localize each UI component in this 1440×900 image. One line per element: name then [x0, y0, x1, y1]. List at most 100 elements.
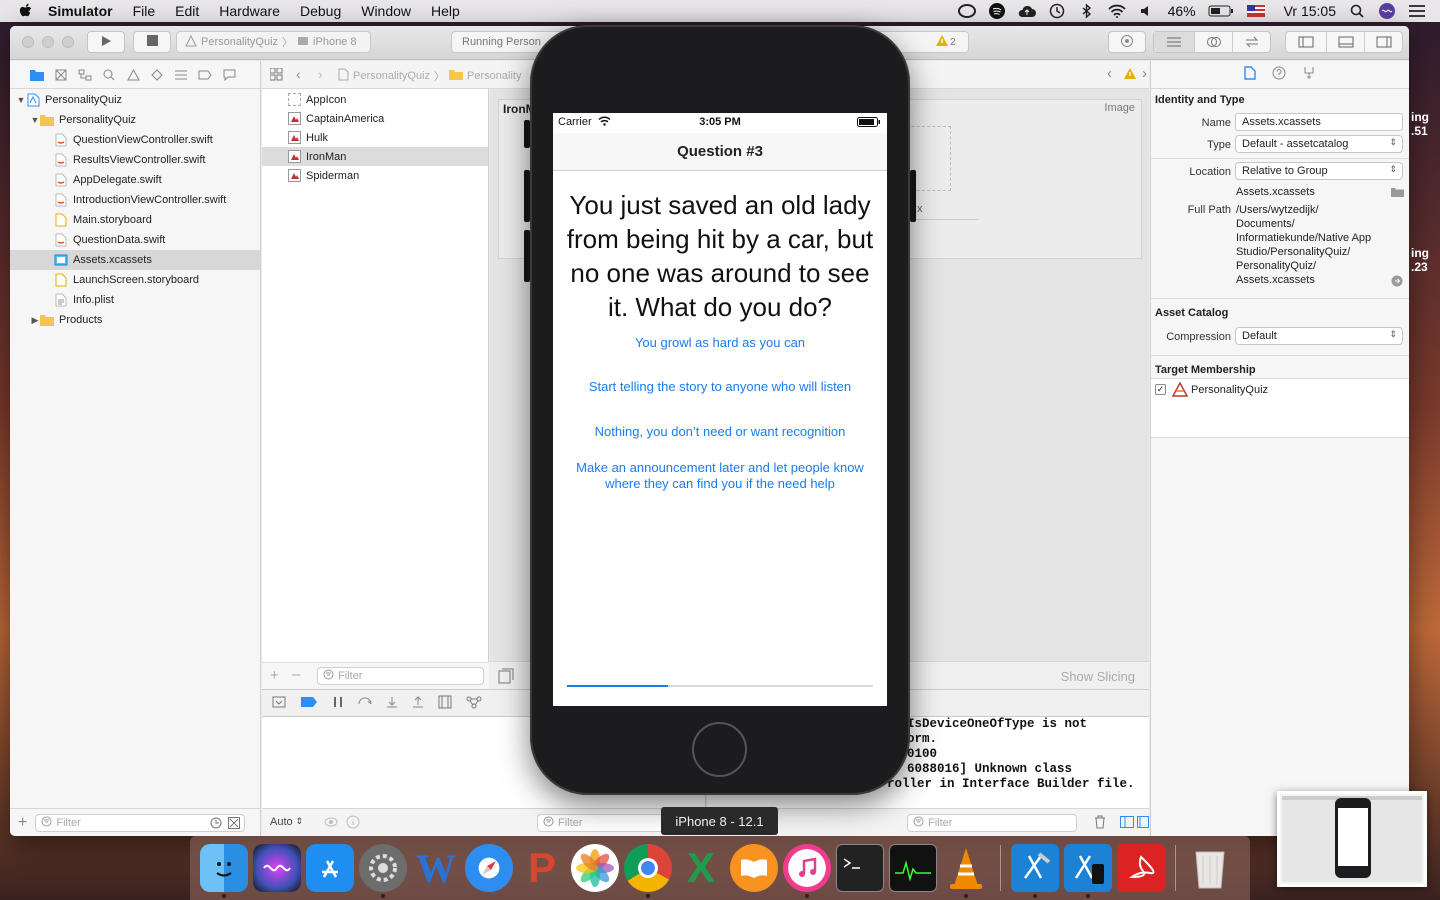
creative-cloud-icon[interactable]: [957, 2, 976, 20]
navigator-row-storyboard[interactable]: Main.storyboard: [10, 210, 260, 230]
find-navigator-icon[interactable]: [102, 68, 116, 82]
stop-button[interactable]: [133, 31, 171, 53]
standard-editor-icon[interactable]: [1154, 32, 1194, 52]
navigator-row-plist[interactable]: Info.plist: [10, 290, 260, 310]
simulator-icon[interactable]: [1064, 844, 1112, 898]
asset-row[interactable]: CaptainAmerica: [262, 109, 488, 128]
bluetooth-icon[interactable]: [1078, 2, 1096, 20]
navigator-row-swift[interactable]: ResultsViewController.swift: [10, 150, 260, 170]
screenshot-thumbnail[interactable]: [1277, 791, 1427, 887]
toggle-inspector-icon[interactable]: [1364, 32, 1402, 52]
view-debugger-icon[interactable]: [438, 695, 452, 712]
menu-clock[interactable]: Vr 15:05: [1284, 3, 1336, 19]
finder-icon[interactable]: [200, 844, 248, 898]
asset-row[interactable]: AppIcon: [262, 90, 488, 109]
type-popup[interactable]: Default - assetcatalog ⇕: [1235, 135, 1403, 153]
itunes-icon[interactable]: [783, 844, 831, 898]
recent-files-icon[interactable]: [210, 817, 222, 832]
source-control-filter-icon[interactable]: [228, 816, 241, 832]
name-field[interactable]: Assets.xcassets: [1235, 113, 1403, 131]
trash-icon[interactable]: [1186, 844, 1234, 892]
navigator-row-project[interactable]: ▼ PersonalityQuiz: [10, 90, 260, 110]
navigator-row-folder[interactable]: ▶ Products: [10, 310, 260, 330]
console-filter[interactable]: Filter: [907, 814, 1077, 832]
add-asset-icon[interactable]: +: [270, 667, 279, 684]
menu-window[interactable]: Window: [361, 3, 411, 19]
asset-row[interactable]: Hulk: [262, 128, 488, 147]
auto-variables-popup[interactable]: Auto ⇕: [270, 816, 303, 828]
show-slicing-button[interactable]: Show Slicing: [1061, 669, 1135, 684]
system-preferences-icon[interactable]: [359, 844, 407, 898]
asset-filter[interactable]: Filter: [317, 667, 484, 685]
answer-button-3[interactable]: Nothing, you don’t need or want recognit…: [563, 424, 877, 440]
assistant-editor-icon[interactable]: [1194, 32, 1232, 52]
cloud-upload-icon[interactable]: [1018, 2, 1036, 20]
quick-look-icon[interactable]: [324, 816, 338, 831]
variables-filter[interactable]: Filter: [537, 814, 677, 832]
battery-icon[interactable]: [1208, 2, 1234, 20]
menu-file[interactable]: File: [133, 3, 156, 19]
quick-help-icon[interactable]: [1272, 66, 1286, 83]
breadcrumb-folder[interactable]: Personality: [467, 70, 521, 82]
reveal-arrow-icon[interactable]: [1391, 275, 1403, 290]
symbol-navigator-icon[interactable]: [78, 68, 92, 82]
excel-icon[interactable]: X: [677, 844, 725, 892]
library-button[interactable]: [1108, 31, 1146, 53]
memory-graph-icon[interactable]: [466, 695, 482, 712]
attributes-inspector-icon[interactable]: [1302, 66, 1316, 83]
scheme-selector[interactable]: PersonalityQuiz 〉 iPhone 8: [176, 31, 371, 53]
file-inspector-icon[interactable]: [1244, 66, 1256, 83]
warnings-indicator[interactable]: 2: [936, 35, 956, 49]
menu-app-name[interactable]: Simulator: [48, 3, 113, 19]
answer-button-1[interactable]: You growl as hard as you can: [563, 335, 877, 351]
ibooks-icon[interactable]: [730, 844, 778, 892]
safari-icon[interactable]: [465, 844, 513, 892]
siri-menu-icon[interactable]: [1378, 2, 1396, 20]
asset-row[interactable]: IronMan: [262, 147, 488, 166]
photos-icon[interactable]: [571, 844, 619, 892]
back-arrow-icon[interactable]: ‹: [296, 66, 301, 82]
panel-toggle-segment[interactable]: [1285, 31, 1403, 53]
menu-edit[interactable]: Edit: [175, 3, 199, 19]
apple-menu-icon[interactable]: [18, 3, 34, 19]
menu-debug[interactable]: Debug: [300, 3, 341, 19]
version-editor-icon[interactable]: [1232, 32, 1270, 52]
chrome-icon[interactable]: [624, 844, 672, 898]
answer-button-4[interactable]: Make an announcement later and let peopl…: [563, 460, 877, 492]
debug-navigator-icon[interactable]: [174, 68, 188, 82]
wifi-icon[interactable]: [1107, 2, 1126, 20]
related-items-icon[interactable]: [269, 67, 283, 84]
navigator-filter[interactable]: Filter: [35, 813, 246, 832]
vlc-icon[interactable]: [942, 844, 990, 898]
answer-button-2[interactable]: Start telling the story to anyone who wi…: [563, 379, 877, 395]
navigator-row-swift[interactable]: QuestionData.swift: [10, 230, 260, 250]
split-variables-icon[interactable]: [1120, 816, 1134, 831]
navigator-row-swift[interactable]: QuestionViewController.swift: [10, 130, 260, 150]
navigator-row-swift[interactable]: IntroductionViewController.swift: [10, 190, 260, 210]
time-machine-icon[interactable]: [1048, 2, 1066, 20]
window-zoom-button[interactable]: [62, 36, 74, 48]
disclosure-triangle-icon[interactable]: ▶: [30, 315, 40, 326]
remove-asset-icon[interactable]: –: [292, 666, 300, 683]
step-into-icon[interactable]: [386, 696, 398, 711]
window-close-button[interactable]: [22, 36, 34, 48]
test-navigator-icon[interactable]: [150, 68, 164, 82]
issue-navigator-icon[interactable]: [126, 68, 140, 82]
split-console-icon[interactable]: [1137, 816, 1149, 831]
siri-icon[interactable]: [253, 844, 301, 892]
disclosure-triangle-icon[interactable]: ▼: [16, 95, 26, 105]
menu-help[interactable]: Help: [431, 3, 460, 19]
terminal-icon[interactable]: [836, 844, 884, 892]
source-control-navigator-icon[interactable]: [54, 68, 68, 82]
menu-hardware[interactable]: Hardware: [219, 3, 280, 19]
jump-warning-icon[interactable]: [1124, 68, 1136, 82]
editor-mode-segment[interactable]: [1153, 31, 1271, 53]
step-over-icon[interactable]: [358, 696, 372, 711]
forward-arrow-icon[interactable]: ›: [318, 66, 323, 82]
breadcrumb-project[interactable]: PersonalityQuiz: [353, 70, 430, 82]
next-issue-icon[interactable]: ›: [1142, 65, 1147, 82]
report-navigator-icon[interactable]: [222, 68, 236, 82]
spotify-icon[interactable]: [988, 2, 1006, 20]
toggle-debug-area-icon[interactable]: [1326, 32, 1364, 52]
add-file-icon[interactable]: +: [18, 814, 27, 832]
